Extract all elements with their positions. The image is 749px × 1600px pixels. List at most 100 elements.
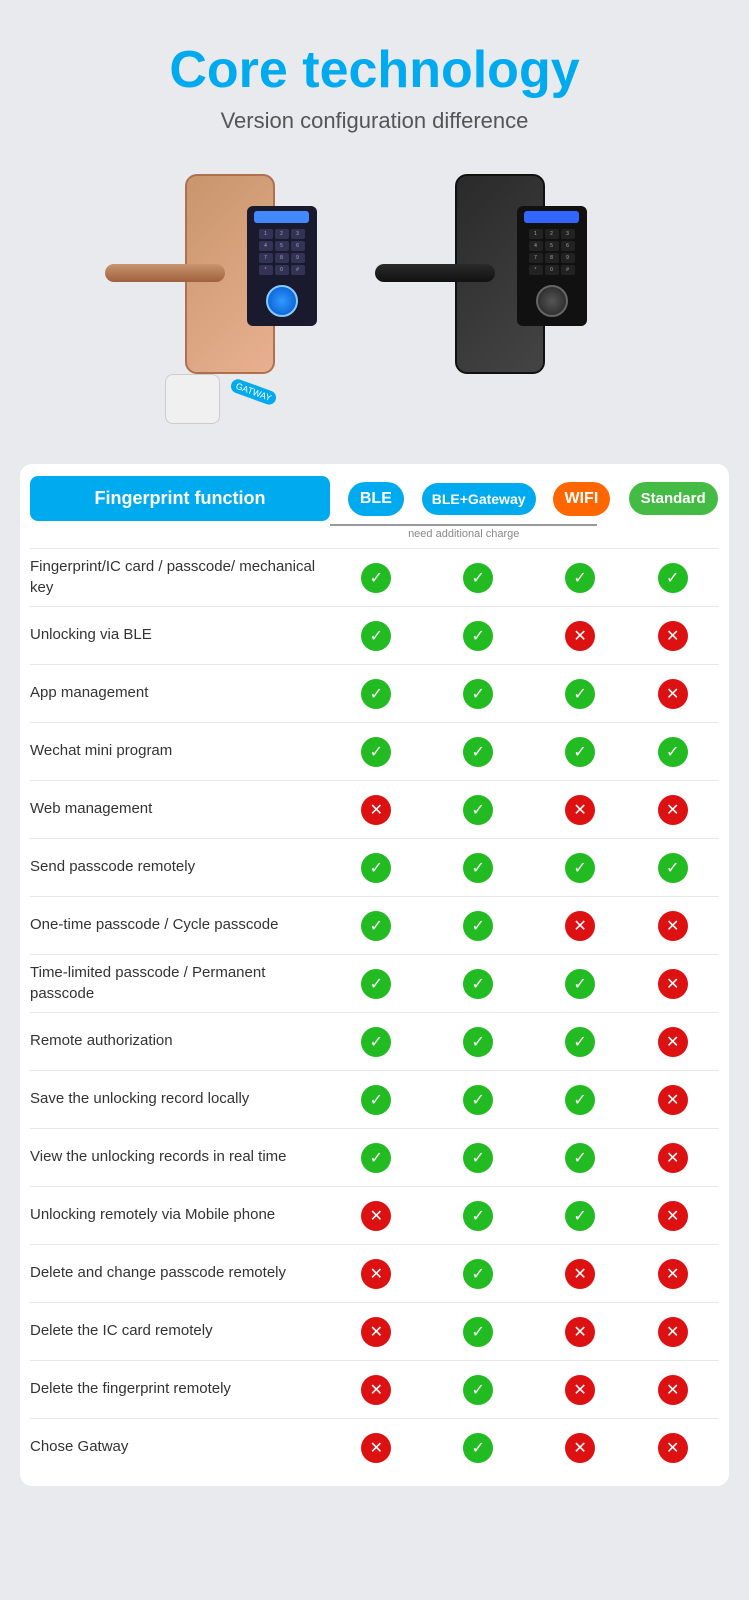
check-no-cell: ✕ — [330, 1375, 423, 1405]
check-no-cell: ✕ — [626, 911, 719, 941]
feature-cell: Unlocking remotely via Mobile phone — [30, 1197, 330, 1233]
header-wifi-col: WIFI — [536, 482, 628, 516]
check-no-icon: ✕ — [658, 1375, 688, 1405]
check-no-icon: ✕ — [658, 621, 688, 651]
check-yes-cell: ✓ — [423, 679, 534, 709]
page: Core technology Version configuration di… — [0, 0, 749, 1526]
check-no-cell: ✕ — [626, 1317, 719, 1347]
check-no-icon: ✕ — [658, 969, 688, 999]
check-yes-cell: ✓ — [423, 563, 534, 593]
feature-cell: View the unlocking records in real time — [30, 1139, 330, 1175]
check-no-icon: ✕ — [565, 795, 595, 825]
check-yes-cell: ✓ — [534, 853, 627, 883]
check-no-icon: ✕ — [658, 1085, 688, 1115]
check-yes-icon: ✓ — [463, 1375, 493, 1405]
table-row: Delete the fingerprint remotely✕✓✕✕ — [30, 1360, 719, 1418]
check-no-cell: ✕ — [626, 795, 719, 825]
kb: 9 — [291, 253, 305, 263]
table-row: Unlocking remotely via Mobile phone✕✓✓✕ — [30, 1186, 719, 1244]
check-no-icon: ✕ — [361, 1433, 391, 1463]
feature-cell: App management — [30, 675, 330, 711]
kb: 5 — [545, 241, 559, 251]
kb: 2 — [275, 229, 289, 239]
check-yes-icon: ✓ — [463, 795, 493, 825]
check-yes-cell: ✓ — [330, 1027, 423, 1057]
check-no-cell: ✕ — [534, 1317, 627, 1347]
feature-cell: Unlocking via BLE — [30, 617, 330, 653]
check-yes-icon: ✓ — [361, 737, 391, 767]
feature-cell: Chose Gatway — [30, 1429, 330, 1465]
check-yes-icon: ✓ — [565, 1085, 595, 1115]
check-no-icon: ✕ — [658, 1201, 688, 1231]
kb: 9 — [561, 253, 575, 263]
check-no-cell: ✕ — [626, 1259, 719, 1289]
table-rows: Fingerprint/IC card / passcode/ mechanic… — [20, 548, 729, 1476]
check-no-cell: ✕ — [626, 1375, 719, 1405]
sub-note-text: need additional charge — [330, 524, 597, 540]
check-yes-cell: ✓ — [423, 795, 534, 825]
check-yes-icon: ✓ — [565, 1201, 595, 1231]
header-feature-col: Fingerprint function — [30, 476, 330, 521]
product-lock-right: 1 2 3 4 5 6 7 8 9 * 0 # — [405, 164, 615, 434]
check-no-cell: ✕ — [626, 1085, 719, 1115]
feature-cell: Wechat mini program — [30, 733, 330, 769]
check-yes-icon: ✓ — [463, 911, 493, 941]
table-row: View the unlocking records in real time ✓… — [30, 1128, 719, 1186]
kb: 1 — [529, 229, 543, 239]
check-yes-cell: ✓ — [534, 737, 627, 767]
check-no-icon: ✕ — [658, 679, 688, 709]
check-yes-cell: ✓ — [330, 911, 423, 941]
product-images: 1 2 3 4 5 6 7 8 9 * 0 # — [20, 164, 729, 434]
check-yes-icon: ✓ — [658, 737, 688, 767]
table-row: Delete the IC card remotely✕✓✕✕ — [30, 1302, 719, 1360]
check-yes-cell: ✓ — [534, 563, 627, 593]
kb: 7 — [529, 253, 543, 263]
check-no-icon: ✕ — [658, 1143, 688, 1173]
kb: 3 — [291, 229, 305, 239]
check-yes-icon: ✓ — [463, 1143, 493, 1173]
check-yes-cell: ✓ — [330, 969, 423, 999]
check-yes-icon: ✓ — [565, 737, 595, 767]
check-yes-cell: ✓ — [423, 1085, 534, 1115]
check-yes-icon: ✓ — [463, 853, 493, 883]
check-no-icon: ✕ — [361, 1259, 391, 1289]
kb: 6 — [291, 241, 305, 251]
check-yes-icon: ✓ — [463, 621, 493, 651]
gateway-device — [165, 374, 220, 424]
check-yes-icon: ✓ — [565, 969, 595, 999]
check-yes-cell: ✓ — [330, 737, 423, 767]
check-no-icon: ✕ — [658, 1433, 688, 1463]
table-row: Send passcode remotely✓✓✓✓ — [30, 838, 719, 896]
check-yes-cell: ✓ — [423, 1433, 534, 1463]
check-no-cell: ✕ — [626, 621, 719, 651]
header-feature-label: Fingerprint function — [30, 476, 330, 521]
lock-handle-right — [375, 264, 495, 282]
table-row: Delete and change passcode remotely✕✓✕✕ — [30, 1244, 719, 1302]
check-no-cell: ✕ — [534, 1259, 627, 1289]
check-no-cell: ✕ — [330, 1201, 423, 1231]
check-no-cell: ✕ — [534, 1433, 627, 1463]
check-yes-icon: ✓ — [658, 853, 688, 883]
check-no-cell: ✕ — [330, 795, 423, 825]
check-no-cell: ✕ — [534, 911, 627, 941]
check-yes-cell: ✓ — [534, 969, 627, 999]
feature-cell: Delete and change passcode remotely — [30, 1255, 330, 1291]
check-yes-cell: ✓ — [423, 969, 534, 999]
check-yes-icon: ✓ — [565, 853, 595, 883]
check-yes-cell: ✓ — [423, 1317, 534, 1347]
check-yes-cell: ✓ — [534, 679, 627, 709]
check-yes-cell: ✓ — [534, 1143, 627, 1173]
check-no-icon: ✕ — [565, 621, 595, 651]
check-no-cell: ✕ — [330, 1433, 423, 1463]
check-yes-icon: ✓ — [361, 679, 391, 709]
check-yes-icon: ✓ — [361, 563, 391, 593]
header-std-label: Standard — [629, 482, 718, 515]
check-no-icon: ✕ — [658, 1317, 688, 1347]
check-yes-icon: ✓ — [463, 1433, 493, 1463]
feature-cell: Remote authorization — [30, 1023, 330, 1059]
check-yes-icon: ✓ — [361, 1085, 391, 1115]
check-yes-icon: ✓ — [361, 1143, 391, 1173]
check-no-icon: ✕ — [361, 1317, 391, 1347]
kb: 0 — [545, 265, 559, 275]
keypad-screen-right — [524, 211, 579, 223]
